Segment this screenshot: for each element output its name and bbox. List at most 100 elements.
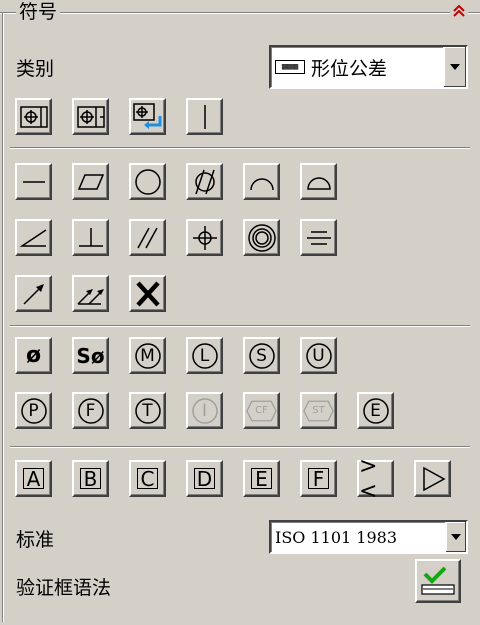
triangle-right-icon	[422, 466, 446, 491]
concentricity-button[interactable]	[243, 219, 280, 256]
unequal-button[interactable]: U	[300, 337, 337, 374]
datum-e-button[interactable]: E	[243, 460, 280, 497]
mmc-button[interactable]: M	[129, 337, 166, 374]
separator-1	[10, 147, 470, 149]
position-icon	[192, 225, 217, 250]
continuous-feature-label: CF	[255, 405, 268, 416]
frame-divider-button[interactable]	[186, 98, 223, 135]
symmetry-icon	[306, 230, 331, 245]
checkmark-icon	[421, 566, 455, 595]
frame-position-button[interactable]	[15, 98, 52, 135]
datum-a-button[interactable]: A	[15, 460, 52, 497]
spherical-diameter-button[interactable]: Sø	[72, 337, 109, 374]
unequal-label: U	[312, 345, 325, 366]
parallelism-icon	[136, 227, 158, 248]
panel-title: 符号	[16, 0, 61, 24]
frame-position-datum-icon	[76, 105, 105, 128]
straightness-button[interactable]	[15, 163, 52, 200]
parallelism-button[interactable]	[129, 219, 166, 256]
concentricity-icon	[247, 223, 276, 252]
separator-2	[10, 325, 470, 327]
circular-runout-icon	[22, 283, 44, 305]
abc-dropdown-icon: ▦▦▦	[275, 60, 305, 74]
cylindricity-button[interactable]	[186, 163, 223, 200]
datum-target-button[interactable]	[414, 460, 451, 497]
datum-a-box	[23, 468, 44, 489]
datum-d-button[interactable]: D	[186, 460, 223, 497]
circular-runout-button[interactable]	[15, 275, 52, 312]
group-border-highlight	[0, 13, 480, 14]
verify-label: 验证框语法	[16, 577, 112, 599]
angularity-button[interactable]	[15, 219, 52, 256]
free-state-label: F	[85, 400, 96, 421]
frame-divider-icon	[203, 104, 206, 129]
profile-line-icon	[249, 177, 274, 190]
standard-select[interactable]: ISO 1101 1983	[269, 520, 468, 554]
lmc-label: L	[199, 345, 210, 366]
envelope-button[interactable]: E	[357, 392, 394, 429]
datum-c-box	[137, 468, 158, 489]
flatness-button[interactable]	[72, 163, 109, 200]
frame-insert-button[interactable]	[129, 98, 166, 135]
perpendicularity-button[interactable]	[72, 219, 109, 256]
category-select[interactable]: ▦▦▦ 形位公差	[269, 45, 468, 89]
lmc-button[interactable]: L	[186, 337, 223, 374]
standard-dropdown-arrow[interactable]	[445, 522, 466, 552]
datum-b-box	[80, 468, 101, 489]
datum-e-box	[251, 468, 272, 489]
frame-position-icon	[19, 105, 48, 128]
rfs-label: S	[256, 345, 267, 366]
datum-b-button[interactable]: B	[72, 460, 109, 497]
frame-insert-icon	[132, 102, 161, 129]
perpendicularity-icon	[78, 227, 103, 247]
straightness-icon	[22, 180, 45, 183]
projected-button[interactable]: P	[15, 392, 52, 429]
separator-3	[10, 446, 470, 448]
position-button[interactable]	[186, 219, 223, 256]
continuous-feature-button[interactable]: CF	[243, 392, 280, 429]
envelope-label: E	[370, 400, 381, 421]
category-label: 类别	[16, 58, 55, 80]
category-value: 形位公差	[311, 57, 388, 80]
between-button[interactable]: ><	[357, 454, 394, 504]
diameter-button[interactable]: ø	[15, 337, 52, 374]
free-state-button[interactable]: F	[72, 392, 109, 429]
standard-value: ISO 1101 1983	[275, 527, 398, 547]
circularity-icon	[134, 168, 161, 195]
standard-label: 标准	[16, 529, 55, 551]
datum-c-button[interactable]: C	[129, 460, 166, 497]
group-border-left-highlight	[3, 13, 4, 622]
total-runout-button[interactable]	[72, 275, 109, 312]
statistical-button[interactable]: ST	[300, 392, 337, 429]
rfs-button[interactable]: S	[243, 337, 280, 374]
statistical-label: ST	[312, 405, 325, 416]
angularity-icon	[19, 228, 46, 247]
category-select-text: ▦▦▦ 形位公差	[275, 47, 387, 87]
delete-button[interactable]	[129, 275, 166, 312]
flatness-icon	[77, 173, 104, 190]
datum-d-box	[194, 468, 215, 489]
double-chevron-up-icon[interactable]	[450, 4, 468, 20]
total-runout-icon	[76, 288, 104, 305]
circularity-button[interactable]	[129, 163, 166, 200]
frame-position-datum-button[interactable]	[72, 98, 109, 135]
tangent-plane-button[interactable]: T	[129, 392, 166, 429]
independency-button[interactable]: I	[186, 392, 223, 429]
delete-icon	[135, 280, 160, 307]
projected-label: P	[28, 400, 39, 421]
datum-f-button[interactable]: F	[300, 460, 337, 497]
symmetry-button[interactable]	[300, 219, 337, 256]
datum-f-box	[308, 468, 329, 489]
spherical-diameter-label: Sø	[76, 343, 105, 368]
profile-surface-icon	[306, 176, 331, 190]
tangent-plane-label: T	[142, 400, 153, 421]
profile-surface-button[interactable]	[300, 163, 337, 200]
mmc-label: M	[140, 345, 155, 366]
category-dropdown-arrow[interactable]	[443, 47, 466, 87]
profile-line-button[interactable]	[243, 163, 280, 200]
diameter-label: ø	[25, 342, 42, 368]
verify-button[interactable]	[415, 559, 461, 603]
between-label: ><	[359, 453, 377, 504]
independency-label: I	[201, 400, 207, 421]
cylindricity-icon	[194, 169, 215, 194]
